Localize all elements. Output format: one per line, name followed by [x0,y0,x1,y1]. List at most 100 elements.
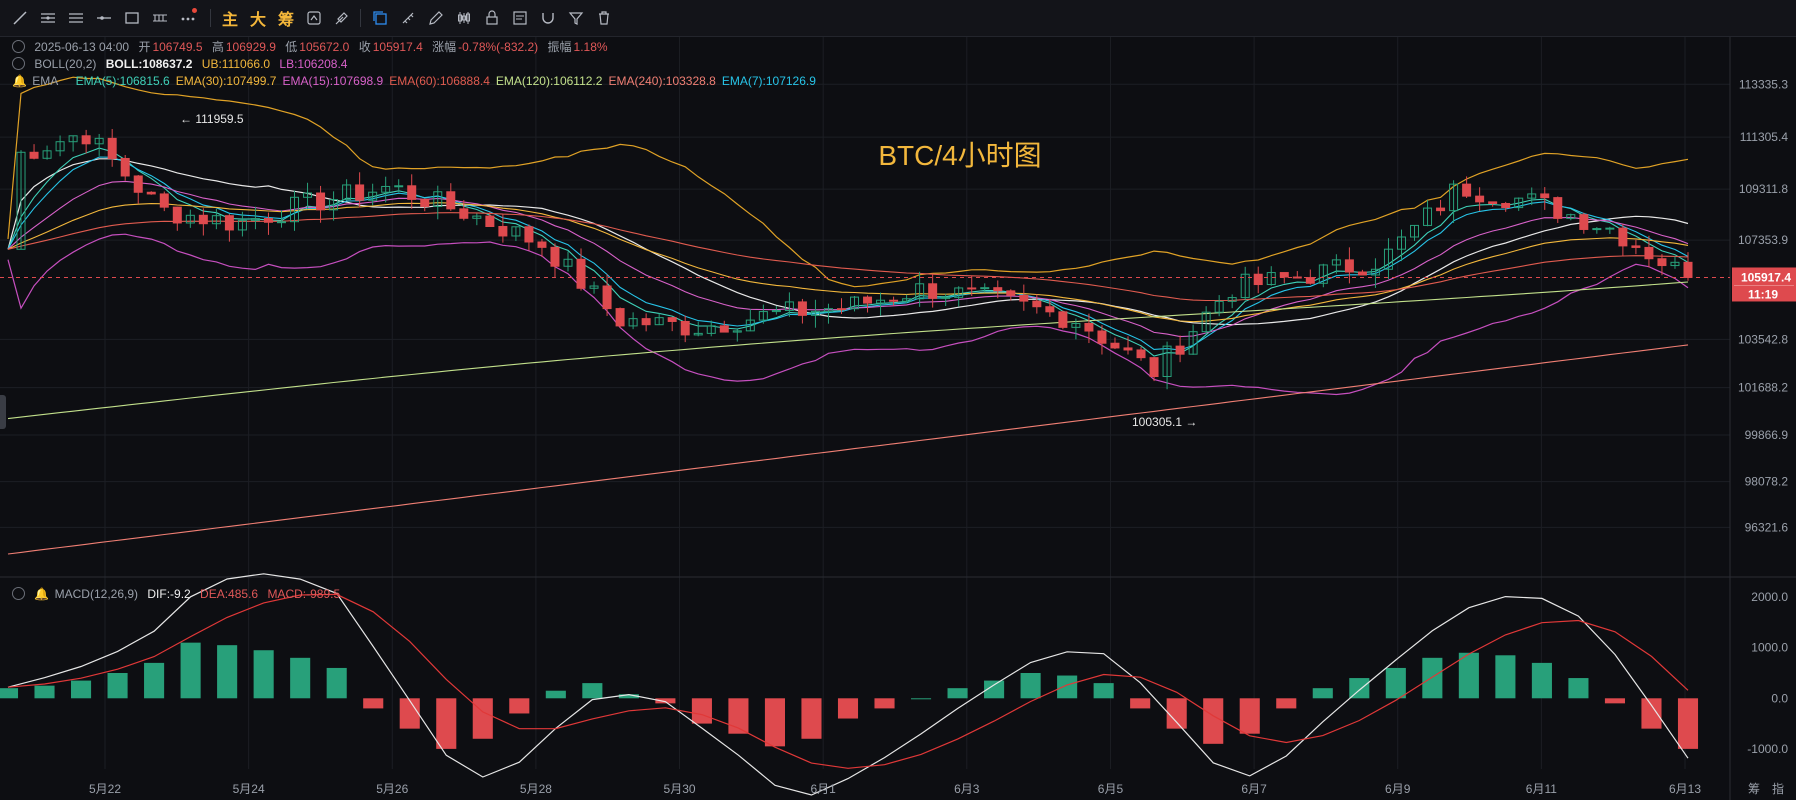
boll-upper-value: UB:111066.0 [201,57,271,71]
candle-body [576,258,586,289]
macd-axis: 2000.0 1000.0 0.0 -1000.0 [1747,590,1788,756]
magnet-icon[interactable] [536,6,560,30]
candle-body [1605,227,1615,230]
indicator-lines [7,76,1689,555]
candle-body [224,215,234,231]
compare-icon[interactable] [302,6,326,30]
macd-hist-value: MACD:-989.5 [267,587,341,601]
candle-body [263,218,273,223]
price-tick-label: 107353.9 [1738,233,1788,247]
candle-body [1097,330,1107,344]
macd-bar [326,667,347,699]
current-price-label: 105917.4 [1741,270,1791,284]
price-tick-label: 99866.9 [1745,428,1789,442]
collapse-toggle-icon[interactable] [12,587,25,600]
copy-layout-icon[interactable] [368,6,392,30]
macd-bar [1312,688,1333,699]
time-tick-label: 6月5 [1098,782,1124,796]
ema-7-line [7,156,1689,351]
close-label: 收 [358,40,371,54]
candle-body [172,206,182,224]
macd-bar [0,688,19,699]
chip-distribution-button[interactable]: 筹 [274,6,298,30]
candle-body [1683,261,1693,278]
high-annotation: ← 111959.5 [180,112,244,126]
macd-dif-value: DIF:-9.2 [147,587,191,601]
candle-body [459,208,469,219]
macd-bar [911,698,932,700]
candles [16,129,1693,390]
ema-15-line [7,180,1689,338]
time-tick-label: 6月1 [811,782,837,796]
trash-icon[interactable] [592,6,616,30]
candle-body [485,215,495,227]
candle-body [1006,290,1016,296]
collapse-toggle-icon[interactable] [12,40,25,53]
candle-body [1657,258,1667,267]
pen-icon[interactable] [424,6,448,30]
large-trade-button[interactable]: 大 [246,6,270,30]
candle-body [1175,345,1185,355]
left-panel-handle[interactable] [0,395,6,429]
candle-body [1305,277,1315,284]
amplitude-label: 振幅 [547,40,572,54]
lock-icon[interactable] [480,6,504,30]
candle-date: 2025-06-13 04:00 [34,40,130,54]
macd-bar [801,698,822,739]
macd-bar [1385,667,1406,699]
macd-bar [180,642,201,699]
ruler-icon[interactable] [396,6,420,30]
candle-body [1058,311,1068,328]
chart-canvas[interactable]: BTC/4小时图 ← 111959.5 100305.1 → 113335.3 1113… [0,37,1796,800]
filter-icon[interactable] [564,6,588,30]
macd-bar [582,683,603,699]
candle-body [680,320,690,336]
draw-mode-icon[interactable] [330,6,354,30]
amplitude-value: 1.18% [573,40,608,54]
candle-type-icon[interactable] [452,6,476,30]
bell-icon[interactable]: 🔔 [34,587,49,601]
candle-body [928,283,938,299]
rectangle-icon[interactable] [120,6,144,30]
macd-bar [545,690,566,699]
price-tick-label: 113335.3 [1739,77,1788,91]
ema-30-line [7,202,1689,323]
bell-icon[interactable]: 🔔 [12,74,27,88]
candle-body [602,285,612,310]
candle-body [498,225,508,237]
horizontal-ray-icon[interactable] [92,6,116,30]
macd-bar [509,698,530,714]
price-tick-label: 101688.2 [1738,381,1788,395]
macd-name: MACD(12,26,9) [54,587,139,601]
candle-body [394,185,404,188]
time-tick-label: 6月11 [1526,782,1557,796]
ema-legend-item-2: EMA(15):107698.9 [282,74,384,88]
candle-body [667,317,677,322]
more-icon[interactable] [176,6,200,30]
horizontal-lines-icon[interactable] [36,6,60,30]
price-tick-label: 109311.8 [1739,182,1788,196]
macd-bar [1020,673,1041,699]
low-label: 低 [285,40,298,54]
low-value: 105672.0 [299,40,350,54]
candle-body [355,184,365,201]
measure-icon[interactable] [148,6,172,30]
boll-lower-value: LB:106208.4 [279,57,348,71]
collapse-toggle-icon[interactable] [12,57,25,70]
line-tool-icon[interactable] [8,6,32,30]
macd-dea-value: DEA:485.6 [200,587,259,601]
time-tick-label: 5月30 [664,782,696,796]
macd-bar [34,685,55,699]
main-indicator-button[interactable]: 主 [218,6,242,30]
ema-legend-item-3: EMA(60):106888.4 [389,74,490,88]
candle-body [889,299,899,302]
note-icon[interactable] [508,6,532,30]
boll-upper-line [7,76,1689,288]
open-value: 106749.5 [152,40,203,54]
candle-body [967,287,977,290]
time-tick-label: 5月28 [520,782,552,796]
parallel-lines-icon[interactable] [64,6,88,30]
candle-body [146,191,156,195]
toolbar-divider [360,9,361,27]
time-tick-label: 6月7 [1241,782,1267,796]
